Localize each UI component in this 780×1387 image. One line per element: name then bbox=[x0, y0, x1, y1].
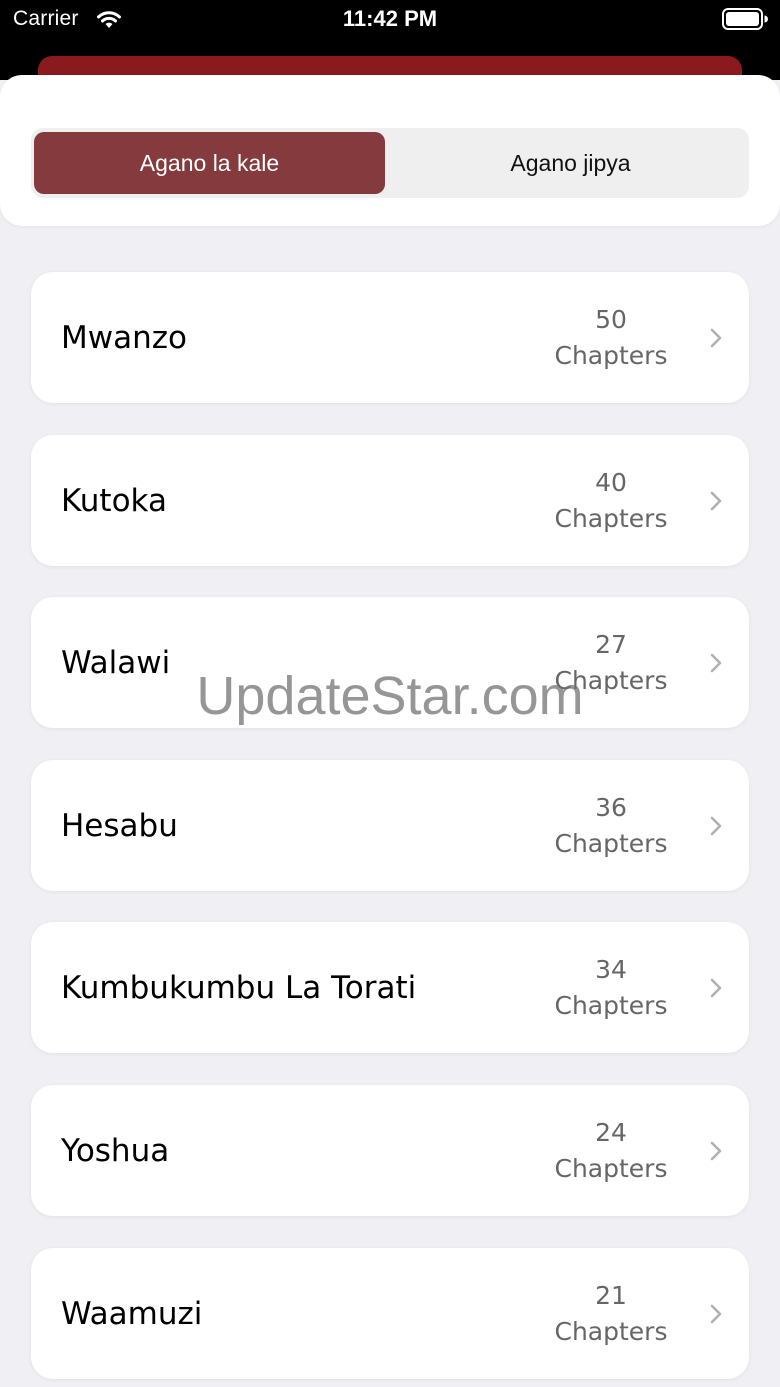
chevron-right-icon bbox=[710, 816, 722, 836]
chevron-right-icon bbox=[710, 491, 722, 511]
book-row-kumbukumbu-la-torati[interactable]: Kumbukumbu La Torati 34 Chapters bbox=[31, 922, 749, 1053]
segment-old-testament[interactable]: Agano la kale bbox=[34, 132, 385, 194]
chapter-count: 36 Chapters bbox=[541, 790, 681, 862]
book-name: Walawi bbox=[61, 644, 171, 681]
chapter-count-unit: Chapters bbox=[554, 1154, 668, 1183]
chapter-count-number: 50 bbox=[595, 305, 627, 334]
chapter-count-unit: Chapters bbox=[554, 829, 668, 858]
testament-segmented-control[interactable]: Agano la kale Agano jipya bbox=[31, 128, 749, 198]
chapter-count: 50 Chapters bbox=[541, 302, 681, 374]
book-row-hesabu[interactable]: Hesabu 36 Chapters bbox=[31, 760, 749, 891]
chapter-count-number: 40 bbox=[595, 468, 627, 497]
testament-selector-sheet: Agano la kale Agano jipya bbox=[0, 75, 780, 226]
book-row-walawi[interactable]: Walawi 27 Chapters bbox=[31, 597, 749, 728]
chapter-count-unit: Chapters bbox=[554, 341, 668, 370]
chapter-count-number: 27 bbox=[595, 630, 627, 659]
chapter-count-number: 24 bbox=[595, 1118, 627, 1147]
chapter-count-unit: Chapters bbox=[554, 1317, 668, 1346]
chapter-count-number: 36 bbox=[595, 793, 627, 822]
book-name: Kutoka bbox=[61, 482, 167, 519]
book-row-yoshua[interactable]: Yoshua 24 Chapters bbox=[31, 1085, 749, 1216]
chevron-right-icon bbox=[710, 1304, 722, 1324]
chevron-right-icon bbox=[710, 1141, 722, 1161]
status-time: 11:42 PM bbox=[342, 6, 438, 31]
book-row-mwanzo[interactable]: Mwanzo 50 Chapters bbox=[31, 272, 749, 403]
book-name: Hesabu bbox=[61, 807, 178, 844]
book-row-kutoka[interactable]: Kutoka 40 Chapters bbox=[31, 435, 749, 566]
book-name: Yoshua bbox=[61, 1132, 170, 1169]
chapter-count-number: 34 bbox=[595, 955, 627, 984]
chapter-count: 40 Chapters bbox=[541, 465, 681, 537]
chapter-count: 24 Chapters bbox=[541, 1115, 681, 1187]
book-name: Mwanzo bbox=[61, 319, 187, 356]
chapter-count-unit: Chapters bbox=[554, 666, 668, 695]
chevron-right-icon bbox=[710, 978, 722, 998]
battery-icon bbox=[722, 8, 768, 30]
chapter-count: 21 Chapters bbox=[541, 1278, 681, 1350]
chevron-right-icon bbox=[710, 328, 722, 348]
chevron-right-icon bbox=[710, 653, 722, 673]
book-name: Kumbukumbu La Torati bbox=[61, 969, 417, 1006]
book-name: Waamuzi bbox=[61, 1295, 203, 1332]
chapter-count: 27 Chapters bbox=[541, 627, 681, 699]
segment-new-testament[interactable]: Agano jipya bbox=[395, 132, 746, 194]
chapter-count-number: 21 bbox=[595, 1281, 627, 1310]
chapter-count-unit: Chapters bbox=[554, 504, 668, 533]
book-row-waamuzi[interactable]: Waamuzi 21 Chapters bbox=[31, 1248, 749, 1379]
chapter-count-unit: Chapters bbox=[554, 991, 668, 1020]
chapter-count: 34 Chapters bbox=[541, 952, 681, 1024]
